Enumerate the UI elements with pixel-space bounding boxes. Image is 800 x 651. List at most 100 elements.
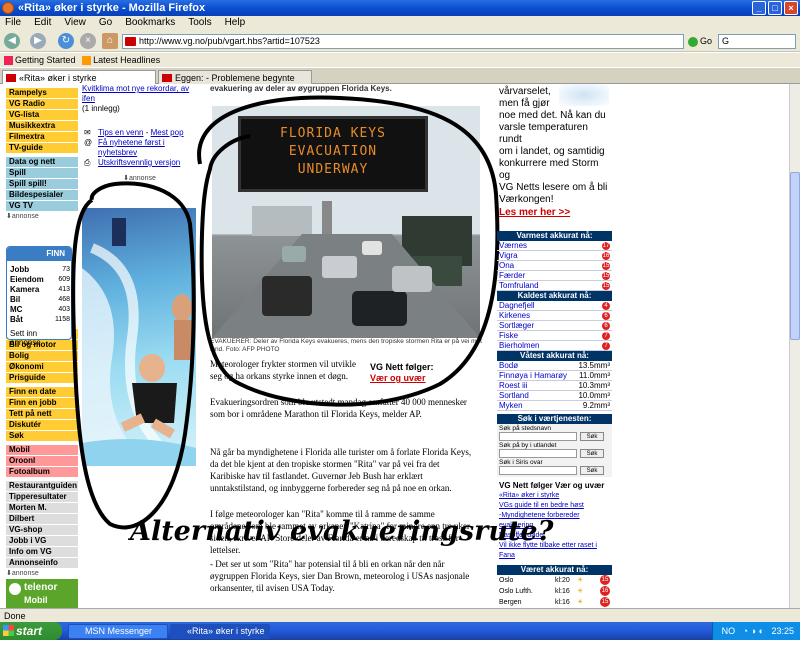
minimize-button[interactable]: _ xyxy=(752,1,766,15)
search-input[interactable]: G xyxy=(718,34,796,49)
sok-button[interactable]: Søk xyxy=(580,466,604,475)
scrollbar-thumb[interactable] xyxy=(790,172,800,340)
les-mer-link[interactable]: Les mer her >> xyxy=(497,207,612,218)
weather-row-vatest[interactable]: Roest iii 10.3mm³ xyxy=(497,381,612,391)
temp-badge: 16 xyxy=(602,252,610,260)
intro-line: VG Netts lesere om å bli xyxy=(499,182,608,193)
precip-value: 11.0mm³ xyxy=(579,371,610,380)
weather-row-kaldest[interactable]: Sortlæger 6 xyxy=(497,321,612,331)
bookmark-icon xyxy=(4,56,13,66)
place-link[interactable]: Vigra xyxy=(499,251,518,260)
place-link[interactable]: Bierholmen xyxy=(499,341,539,350)
task-firefox[interactable]: «Rita» øker i styrke - ... xyxy=(170,624,270,649)
sun-icon: ☀ xyxy=(577,588,584,595)
temp-badge: 7 xyxy=(602,342,610,350)
vg-favicon xyxy=(125,37,136,46)
place-link[interactable]: Sortland xyxy=(499,391,529,400)
intro-line: om i landet, og samtidig xyxy=(499,146,605,157)
place-link[interactable]: Sortlæger xyxy=(499,321,534,330)
weather-row-kaldest[interactable]: Kirkenes 6 xyxy=(497,311,612,321)
task-msn[interactable]: MSN Messenger xyxy=(68,624,168,639)
close-button[interactable]: × xyxy=(784,1,798,15)
page-scrollbar[interactable] xyxy=(789,84,800,608)
weather-row-varmest[interactable]: Færder 15 xyxy=(497,271,612,281)
place-link[interactable]: Bergen xyxy=(499,597,522,608)
window-title: «Rita» øker i styrke - Mozilla Firefox xyxy=(18,2,206,14)
weather-row-varmest[interactable]: Tomfruland 15 xyxy=(497,281,612,291)
place-link[interactable]: Dagnefjell xyxy=(499,301,535,310)
time-label: kl:20 xyxy=(555,577,570,584)
menu-view[interactable]: View xyxy=(64,17,86,28)
weather-row-vatest[interactable]: Finnøya i Hamarøy 11.0mm³ xyxy=(497,371,612,381)
place-link[interactable]: Roest iii xyxy=(499,381,527,390)
place-link[interactable]: Finnøya i Hamarøy xyxy=(499,371,567,380)
start-button[interactable]: start xyxy=(0,622,62,640)
varmest-title: Varmest akkurat nå: xyxy=(497,231,612,241)
intro-line: noe med det. Nå kan du xyxy=(499,110,606,121)
place-link[interactable]: Færder xyxy=(499,271,525,280)
bookmark-latest-headlines[interactable]: Latest Headlines xyxy=(82,55,160,66)
weather-row-kaldest[interactable]: Dagnefjell 4 xyxy=(497,301,612,311)
place-link[interactable]: Tomfruland xyxy=(499,281,539,290)
weather-row-vatest[interactable]: Myken 9.2mm³ xyxy=(497,401,612,411)
temp-badge: 15 xyxy=(600,597,610,607)
page-content: Rampelys VG Radio VG-lista Musikkextra Filme… xyxy=(0,84,800,608)
current-weather-row[interactable]: Oslo kl:20 ☀ 15 xyxy=(497,575,612,586)
place-link[interactable]: Kirkenes xyxy=(499,311,530,320)
place-link[interactable]: Ona xyxy=(499,261,514,270)
maximize-button[interactable]: □ xyxy=(768,1,782,15)
current-weather-row[interactable]: Bergen kl:16 ☀ 15 xyxy=(497,597,612,608)
menu-edit[interactable]: Edit xyxy=(34,17,51,28)
place-link[interactable]: Oslo xyxy=(499,575,513,586)
sok-button[interactable]: Søk xyxy=(580,432,604,441)
folger-link[interactable]: «Rita» øker i styrke xyxy=(499,491,612,501)
tab-active[interactable]: «Rita» øker i styrke xyxy=(2,70,156,84)
temp-badge: 17 xyxy=(602,242,610,250)
sok-button[interactable]: Søk xyxy=(580,449,604,458)
reload-icon[interactable]: ↻ xyxy=(58,33,74,49)
place-link[interactable]: Bodø xyxy=(499,361,518,370)
place-link[interactable]: Fiske xyxy=(499,331,518,340)
weather-row-vatest[interactable]: Bodø 13.5mm³ xyxy=(497,361,612,371)
weather-row-kaldest[interactable]: Fiske 7 xyxy=(497,331,612,341)
tab-eggen[interactable]: Eggen: - Problemene begynte under Hareid… xyxy=(158,70,312,97)
menu-file[interactable]: File xyxy=(5,17,21,28)
place-link[interactable]: Værnes xyxy=(499,241,527,250)
place-link[interactable]: Oslo Lufth. xyxy=(499,586,533,597)
url-input[interactable]: http://www.vg.no/pub/vgart.hbs?artid=107… xyxy=(122,34,684,49)
place-link[interactable]: Myken xyxy=(499,401,523,410)
bookmark-getting-started[interactable]: Getting Started xyxy=(4,55,76,66)
folger-title: VG Nett følger Vær og uvær xyxy=(499,481,605,490)
sok-input[interactable] xyxy=(499,466,577,475)
current-weather-row[interactable]: Oslo Lufth. kl:16 ☀ 16 xyxy=(497,586,612,597)
menu-help[interactable]: Help xyxy=(225,17,246,28)
weather-row-varmest[interactable]: Værnes 17 xyxy=(497,241,612,251)
language-indicator[interactable]: NO xyxy=(722,626,736,636)
windows-logo-icon xyxy=(3,625,14,636)
go-arrow-icon xyxy=(688,36,698,47)
status-text: Done xyxy=(4,611,26,621)
weather-row-vatest[interactable]: Sortland 10.0mm³ xyxy=(497,391,612,401)
intro-line: konkurrere med Storm og xyxy=(499,158,599,181)
menu-tools[interactable]: Tools xyxy=(188,17,211,28)
weather-row-kaldest[interactable]: Bierholmen 7 xyxy=(497,341,612,351)
kaldest-title: Kaldest akkurat nå: xyxy=(497,291,612,301)
home-icon[interactable]: ⌂ xyxy=(102,33,118,49)
precip-value: 10.0mm³ xyxy=(578,391,610,400)
sok-input[interactable] xyxy=(499,449,577,458)
weather-row-varmest[interactable]: Vigra 16 xyxy=(497,251,612,261)
sok-input[interactable] xyxy=(499,432,577,441)
temp-badge: 15 xyxy=(602,272,610,280)
temp-badge: 15 xyxy=(600,575,610,585)
forward-icon[interactable]: ▶ xyxy=(30,33,46,49)
back-icon[interactable]: ◀ xyxy=(4,33,20,49)
sun-icon: ☀ xyxy=(577,599,584,606)
folger-link[interactable]: VGs guide til en bedre høst xyxy=(499,501,612,511)
weather-row-varmest[interactable]: Ona 15 xyxy=(497,261,612,271)
menu-bookmarks[interactable]: Bookmarks xyxy=(125,17,175,28)
stop-icon[interactable]: × xyxy=(80,33,96,49)
go-button[interactable]: Go xyxy=(688,34,716,49)
vg-favicon xyxy=(162,74,172,82)
menu-go[interactable]: Go xyxy=(99,17,112,28)
firefox-icon xyxy=(2,2,14,14)
